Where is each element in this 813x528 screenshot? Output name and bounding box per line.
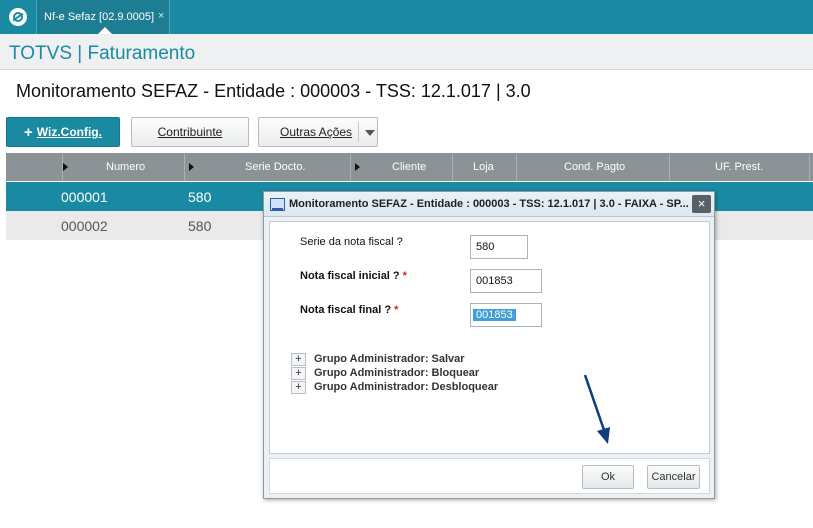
cell-numero: 000001: [61, 189, 108, 205]
close-icon[interactable]: ×: [692, 195, 711, 213]
column-label: Cond. Pagto: [564, 161, 626, 173]
outras-acoes-dropdown[interactable]: Outras Ações: [258, 117, 378, 147]
outras-acoes-label: Outras Ações: [280, 125, 353, 139]
plus-icon: +: [24, 123, 33, 141]
expand-icon[interactable]: +: [291, 367, 306, 380]
column-label: Loja: [473, 161, 494, 173]
top-tab-bar: Nf-e Sefaz [02.9.0005] ×: [0, 0, 813, 34]
serie-field[interactable]: 580: [470, 235, 528, 259]
dropdown-separator: [358, 122, 359, 142]
grid-header: Numero Serie Docto. Cliente Loja Cond. P…: [6, 153, 813, 181]
column-arrow-icon: [189, 163, 194, 171]
dialog-titlebar[interactable]: Monitoramento SEFAZ - Entidade : 000003 …: [264, 192, 714, 217]
required-mark: *: [402, 270, 407, 282]
column-label: Numero: [106, 161, 146, 173]
column-label: Cliente: [392, 161, 427, 173]
tab-label: Nf-e Sefaz [02.9.0005]: [44, 11, 155, 23]
column-header-uf-prest[interactable]: UF. Prest.: [670, 153, 810, 181]
tab-close-icon[interactable]: ×: [158, 10, 164, 22]
expand-icon[interactable]: +: [291, 353, 306, 366]
tab-nfe-sefaz[interactable]: Nf-e Sefaz [02.9.0005] ×: [36, 0, 170, 34]
wiz-config-button[interactable]: + Wiz.Config.: [6, 117, 120, 147]
parameters-dialog: Monitoramento SEFAZ - Entidade : 000003 …: [263, 191, 715, 499]
cell-serie: 580: [188, 218, 212, 234]
dialog-title: Monitoramento SEFAZ - Entidade : 000003 …: [289, 198, 689, 210]
dialog-footer: Ok Cancelar: [269, 458, 710, 494]
contribuinte-label: Contribuinte: [157, 125, 223, 139]
column-header-serie[interactable]: Serie Docto.: [185, 153, 351, 181]
active-tab-indicator: [98, 27, 112, 34]
column-label: UF. Prest.: [715, 161, 764, 173]
cell-numero: 000002: [61, 218, 108, 234]
dialog-body: Serie da nota fiscal ? 580 Nota fiscal i…: [269, 221, 710, 454]
expand-icon[interactable]: +: [291, 381, 306, 394]
nota-final-field[interactable]: 001853: [470, 303, 542, 327]
column-header-numero[interactable]: Numero: [6, 153, 185, 181]
column-label: Serie Docto.: [245, 161, 306, 173]
nota-inicial-field[interactable]: 001853: [470, 269, 542, 293]
column-header-loja[interactable]: Loja: [453, 153, 517, 181]
module-title: TOTVS | Faturamento: [9, 43, 196, 64]
group-label: Grupo Administrador: Salvar: [314, 353, 465, 365]
column-header-cliente[interactable]: Cliente: [351, 153, 453, 181]
page-title: Monitoramento SEFAZ - Entidade : 000003 …: [16, 81, 531, 101]
column-arrow-icon: [355, 163, 360, 171]
required-mark: *: [394, 304, 399, 316]
window-icon: [270, 198, 285, 211]
nota-inicial-text: Nota fiscal inicial ?: [300, 270, 400, 282]
wiz-config-label: Wiz.Config.: [36, 125, 102, 139]
nota-final-label: Nota fiscal final ? *: [300, 304, 398, 316]
totvs-logo-icon[interactable]: [9, 8, 27, 26]
nota-inicial-label: Nota fiscal inicial ? *: [300, 270, 407, 282]
ok-button[interactable]: Ok: [582, 465, 634, 489]
group-label: Grupo Administrador: Desbloquear: [314, 381, 499, 393]
column-arrow-icon: [63, 163, 68, 171]
nota-final-text: Nota fiscal final ?: [300, 304, 392, 316]
module-header: TOTVS | Faturamento: [0, 34, 813, 70]
selected-text: 001853: [473, 309, 516, 321]
cell-serie: 580: [188, 189, 212, 205]
group-label: Grupo Administrador: Bloquear: [314, 367, 480, 379]
serie-label: Serie da nota fiscal ?: [300, 236, 403, 248]
column-header-cond-pagto[interactable]: Cond. Pagto: [517, 153, 670, 181]
contribuinte-button[interactable]: Contribuinte: [131, 117, 249, 147]
cancel-button[interactable]: Cancelar: [647, 465, 700, 489]
chevron-down-icon[interactable]: [365, 130, 375, 136]
